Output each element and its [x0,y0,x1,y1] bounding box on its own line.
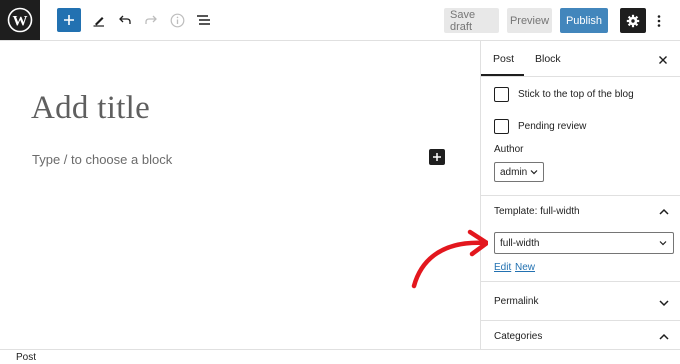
template-value: full-width [500,237,540,249]
settings-sidebar: Post Block Stick to the top of the blog … [480,41,680,349]
post-title-input[interactable]: Add title [31,90,150,127]
pencil-icon [93,17,104,27]
sticky-label: Stick to the top of the blog [518,88,634,100]
sidebar-tabs: Post Block [481,41,680,77]
details-button[interactable] [168,8,186,32]
add-block-inserter-button[interactable] [57,8,81,32]
sticky-option: Stick to the top of the blog [494,86,634,102]
tab-block[interactable]: Block [535,41,561,77]
wordpress-logo-icon[interactable]: W [0,0,40,40]
plus-icon [64,15,74,25]
plus-icon [433,153,441,161]
list-view-icon [196,15,210,25]
close-sidebar-button[interactable] [657,53,669,65]
pending-review-option: Pending review [494,118,586,134]
chevron-down-icon[interactable] [659,299,669,307]
categories-panel-title[interactable]: Categories [494,331,542,342]
annotation-arrow-icon [411,229,488,289]
chevron-up-icon[interactable] [659,333,669,341]
block-appender[interactable]: Type / to choose a block [32,152,172,167]
pending-review-label: Pending review [518,120,587,132]
chevron-down-icon [659,241,667,246]
panel-divider [481,320,680,321]
author-select[interactable]: admin [494,162,544,182]
more-vertical-icon [657,14,661,27]
panel-divider [481,195,680,196]
permalink-panel-title[interactable]: Permalink [494,296,538,307]
preview-button[interactable]: Preview [507,8,552,33]
close-icon [659,56,667,64]
gear-icon [626,14,640,27]
active-tab-indicator [481,74,524,76]
new-template-link[interactable]: New [515,262,535,273]
breadcrumb[interactable]: Post [16,352,36,363]
undo-button[interactable] [116,8,134,32]
editor-canvas: Add title Type / to choose a block [0,41,480,349]
svg-text:W: W [13,14,28,30]
author-value: admin [500,166,528,178]
editor-toolbar: W Save draft Preview Publish [0,0,680,41]
template-panel-title[interactable]: Template: full-width [494,206,580,217]
panel-divider [481,281,680,282]
pending-review-checkbox[interactable] [494,118,509,134]
settings-button[interactable] [620,8,646,33]
tools-pencil-button[interactable] [90,8,108,32]
publish-button[interactable]: Publish [560,8,608,33]
chevron-up-icon[interactable] [659,208,669,216]
undo-icon [119,15,131,24]
info-icon [170,13,184,27]
sticky-checkbox[interactable] [494,86,509,102]
redo-icon [145,15,157,24]
edit-template-link[interactable]: Edit [494,262,511,273]
author-label: Author [494,144,524,155]
save-draft-button[interactable]: Save draft [444,8,499,33]
list-view-button[interactable] [194,8,212,32]
block-breadcrumb-bar: Post [0,349,680,364]
add-block-button[interactable] [429,149,445,165]
template-select[interactable]: full-width [494,232,674,254]
redo-button[interactable] [142,8,160,32]
chevron-down-icon [530,170,538,175]
tab-post[interactable]: Post [493,41,514,77]
options-menu-button[interactable] [652,8,666,33]
